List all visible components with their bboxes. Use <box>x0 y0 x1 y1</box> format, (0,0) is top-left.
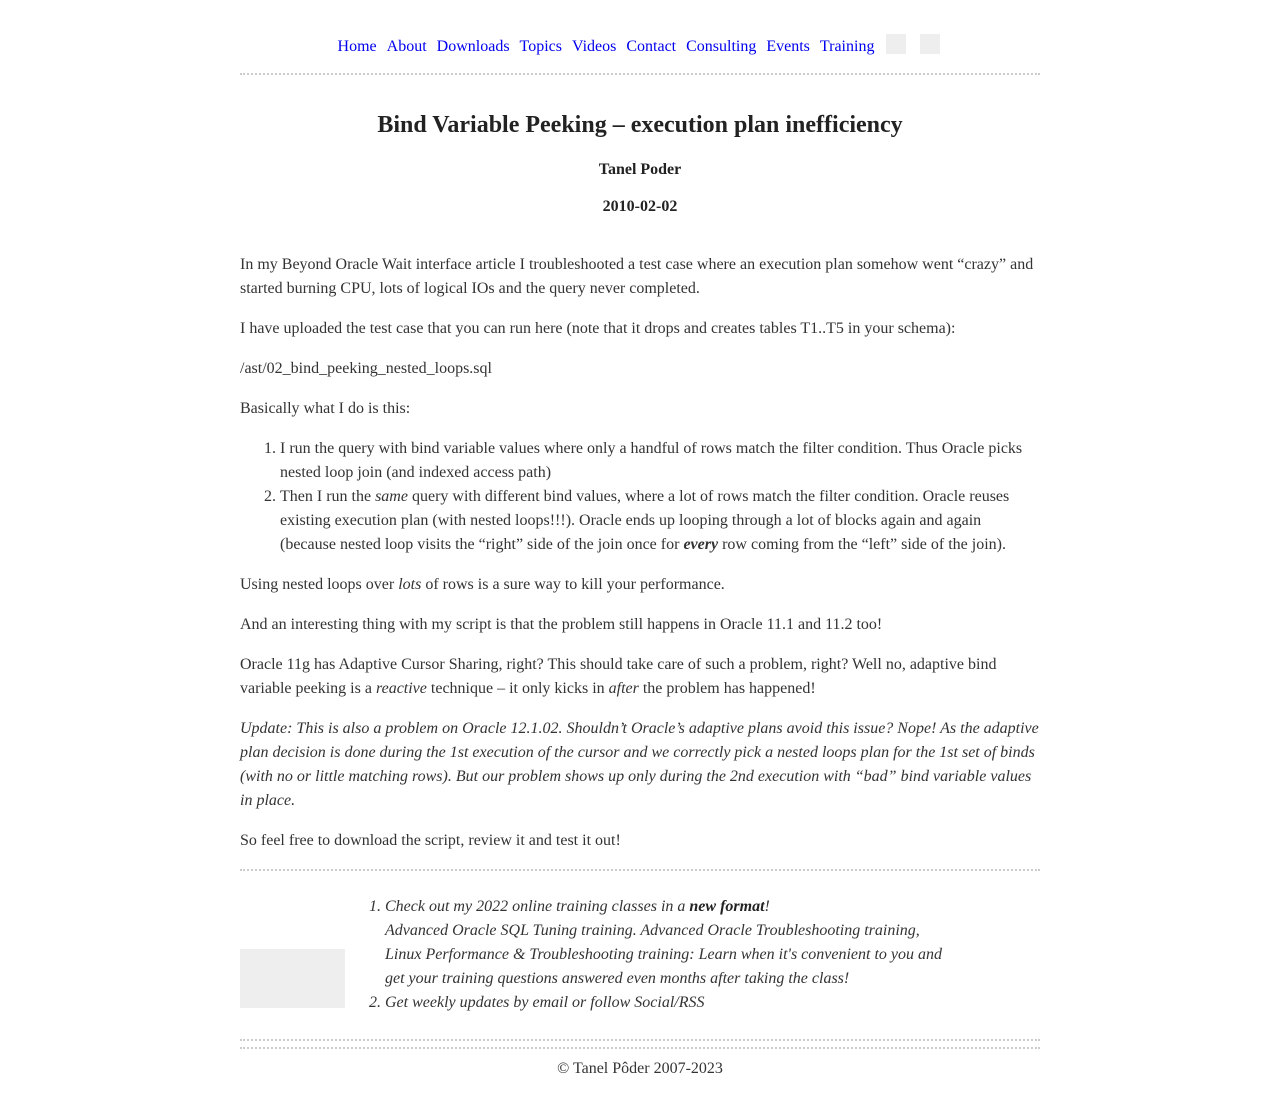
promo-section: Check out my 2022 online training classe… <box>240 871 1040 1039</box>
paragraph-basically: Basically what I do is this: <box>240 400 411 417</box>
top-navigation: Home About Downloads Topics Videos Conta… <box>240 0 1040 75</box>
list-item: Then I run the same query with different… <box>280 485 1040 557</box>
author-name: Tanel Poder <box>598 161 682 178</box>
paragraph-nested-loops: Using nested loops over lots of rows is … <box>240 573 1040 597</box>
promo-list: Check out my 2022 online training classe… <box>345 895 945 1015</box>
nav-topics[interactable]: Topics <box>520 35 562 59</box>
page: Home About Downloads Topics Videos Conta… <box>240 0 1040 1081</box>
promo-item-training: Check out my 2022 online training classe… <box>385 895 945 991</box>
paragraph-adaptive-cursor: Oracle 11g has Adaptive Cursor Sharing, … <box>240 653 1040 701</box>
paragraph-upload: I have uploaded the test case that you c… <box>240 320 956 337</box>
text-run: technique – it only kicks in <box>426 680 609 697</box>
nav-events[interactable]: Events <box>766 35 810 59</box>
social-icon-1[interactable] <box>886 34 907 54</box>
list-item: I run the query with bind variable value… <box>280 437 1040 485</box>
paragraph-oracle-11: And an interesting thing with my script … <box>240 616 883 633</box>
nav-downloads[interactable]: Downloads <box>437 35 510 59</box>
nav-training[interactable]: Training <box>820 35 875 59</box>
text-run: Then I run the <box>280 488 376 505</box>
publish-date: 2010-02-02 <box>602 198 678 215</box>
promo-image[interactable] <box>240 949 345 1008</box>
text-run: row coming from the “left” side of the j… <box>718 536 1006 553</box>
promo-training-description: Advanced Oracle SQL Tuning training. Adv… <box>385 922 943 987</box>
page-title: Bind Variable Peeking – execution plan i… <box>377 112 903 138</box>
nav-consulting[interactable]: Consulting <box>686 35 756 59</box>
paragraph-closing: So feel free to download the script, rev… <box>240 832 621 849</box>
promo-item-updates: Get weekly updates by email or follow So… <box>385 991 945 1015</box>
text-run: ! <box>764 898 770 915</box>
copyright-notice: © Tanel Pôder 2007-2023 <box>557 1060 723 1077</box>
paragraph-update: Update: This is also a problem on Oracle… <box>240 720 1039 809</box>
social-icon-2[interactable] <box>920 34 941 54</box>
nav-home[interactable]: Home <box>338 35 377 59</box>
nav-videos[interactable]: Videos <box>572 35 616 59</box>
script-path: /ast/02_bind_peeking_nested_loops.sql <box>240 360 492 377</box>
emphasis-lots: lots <box>398 576 422 593</box>
emphasis-every: every <box>683 536 719 553</box>
divider <box>240 1039 1040 1041</box>
new-format-link[interactable]: new format <box>689 898 764 915</box>
divider <box>240 1047 1040 1049</box>
emphasis-after: after <box>608 680 639 697</box>
text-run: of rows is a sure way to kill your perfo… <box>421 576 725 593</box>
emphasis-reactive: reactive <box>375 680 427 697</box>
nav-contact[interactable]: Contact <box>626 35 676 59</box>
paragraph-intro: In my Beyond Oracle Wait interface artic… <box>240 256 1034 297</box>
text-run: Check out my 2022 online training classe… <box>385 898 690 915</box>
article-body: In my Beyond Oracle Wait interface artic… <box>240 253 1040 853</box>
nav-about[interactable]: About <box>387 35 427 59</box>
text-run: Using nested loops over <box>240 576 399 593</box>
steps-list: I run the query with bind variable value… <box>240 437 1040 557</box>
text-run: the problem has happened! <box>638 680 816 697</box>
emphasis-same: same <box>375 488 408 505</box>
